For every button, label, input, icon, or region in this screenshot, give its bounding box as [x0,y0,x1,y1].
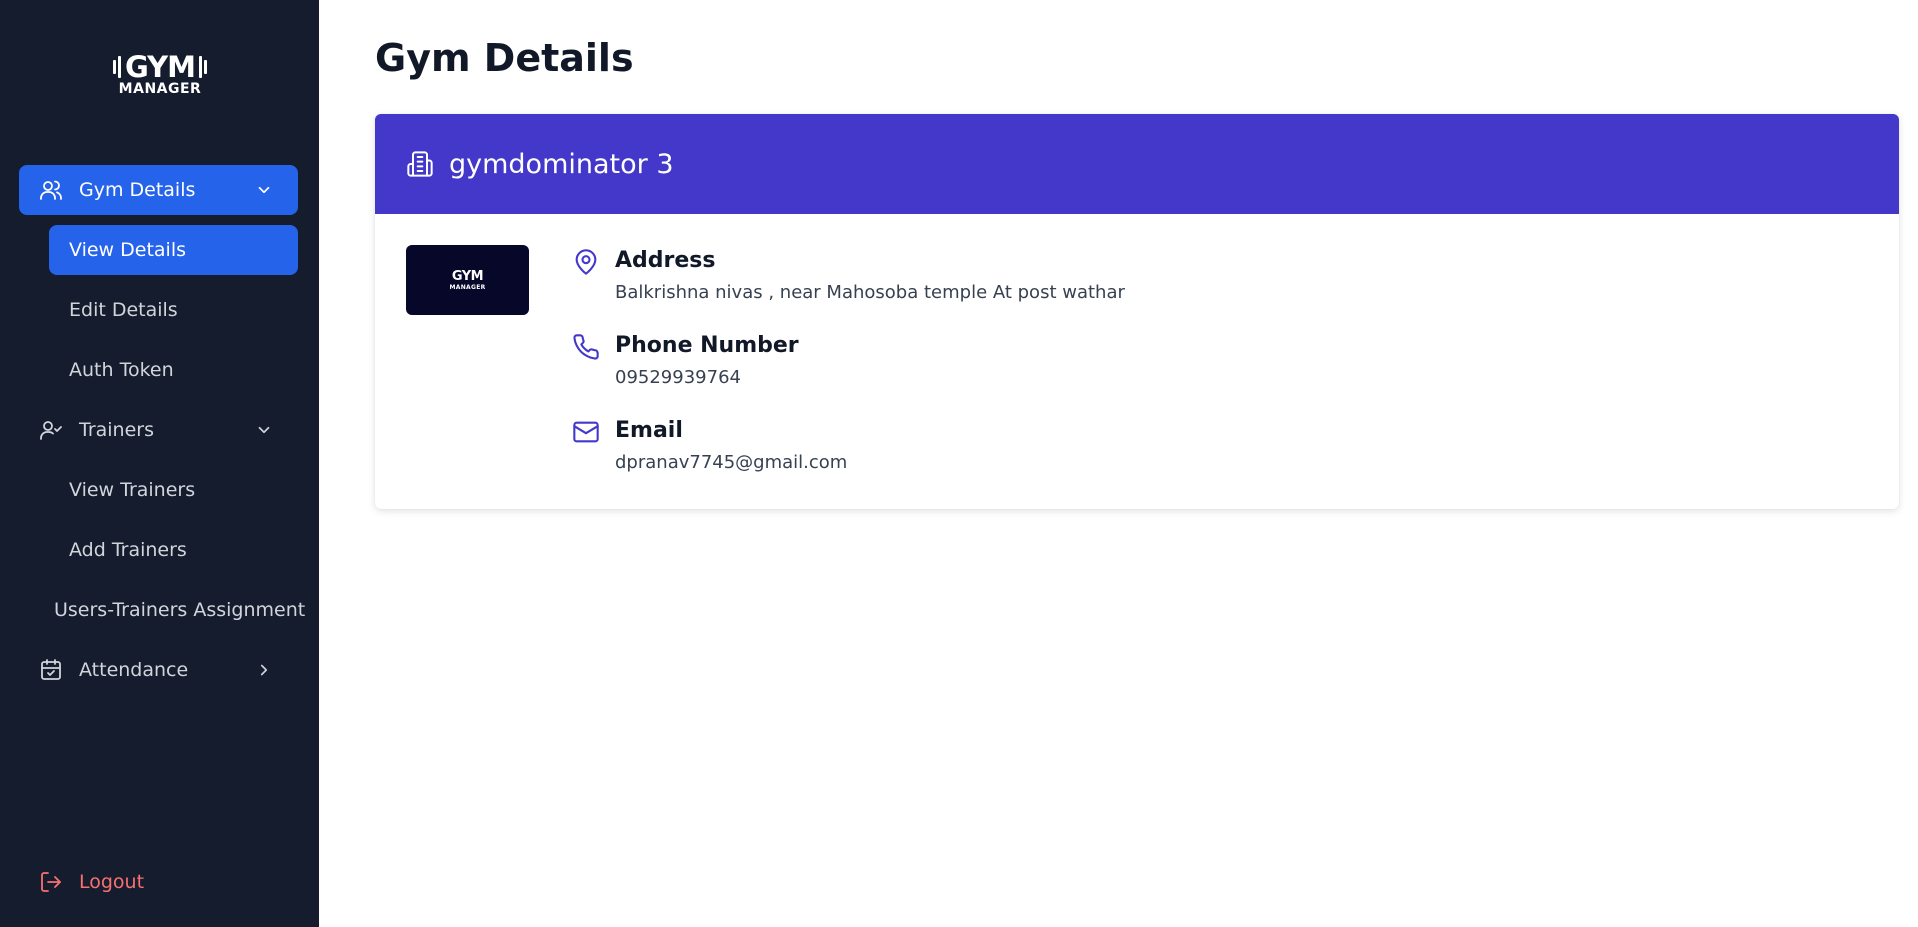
sidebar-item-label: Users-Trainers Assignment [54,599,306,621]
mail-icon [571,418,601,448]
calendar-check-icon [39,658,63,682]
gym-details-card: gymdominator 3 GYM MANAGER Address Balkr… [375,114,1899,509]
phone-label: Phone Number [615,333,799,358]
sidebar-item-attendance[interactable]: Attendance [19,645,298,695]
address-row: Address Balkrishna nivas , near Mahosoba… [571,248,1125,306]
gym-logo-image: GYM MANAGER [406,245,529,315]
sidebar-item-view-details[interactable]: View Details [49,225,298,275]
address-value: Balkrishna nivas , near Mahosoba temple … [615,282,1125,303]
sidebar-item-edit-details[interactable]: Edit Details [49,285,298,335]
chevron-down-icon [252,178,276,202]
phone-row: Phone Number 09529939764 [571,333,799,391]
user-check-icon [39,418,63,442]
sidebar-item-label: Attendance [79,659,189,681]
sidebar-item-label: Gym Details [79,179,196,201]
sidebar-item-label: Edit Details [69,299,178,321]
sidebar-item-view-trainers[interactable]: View Trainers [49,465,298,515]
card-header: gymdominator 3 [375,114,1899,214]
gym-manager-logo[interactable]: GYM MANAGER [100,52,220,100]
users-icon [39,178,63,202]
sidebar-item-label: View Details [69,239,186,261]
address-label: Address [615,248,716,273]
gym-name: gymdominator 3 [449,148,674,180]
logout-label: Logout [79,871,145,893]
sidebar-item-gym-details[interactable]: Gym Details [19,165,298,215]
sidebar-item-label: Add Trainers [69,539,187,561]
phone-icon [571,333,601,363]
sidebar-item-label: Auth Token [69,359,174,381]
logo-subtitle: MANAGER [118,81,202,97]
sidebar-item-trainers[interactable]: Trainers [19,405,298,455]
logo-word: GYM [124,50,196,84]
logout-button[interactable]: Logout [39,857,144,907]
sidebar-item-label: View Trainers [69,479,196,501]
log-out-icon [39,870,63,894]
map-pin-icon [571,248,601,278]
email-label: Email [615,418,683,443]
sidebar-item-auth-token[interactable]: Auth Token [49,345,298,395]
chevron-down-icon [252,418,276,442]
email-row: Email dpranav7745@gmail.com [571,418,847,476]
sidebar-item-users-trainers-assignment[interactable]: Users-Trainers Assignment [54,585,305,635]
sidebar: GYM MANAGER Gym Details View Details Edi… [0,0,319,927]
page-title: Gym Details [375,36,634,80]
thumb-subtitle: MANAGER [449,283,486,291]
chevron-right-icon [252,658,276,682]
sidebar-item-add-trainers[interactable]: Add Trainers [49,525,298,575]
building-icon [405,149,435,179]
sidebar-item-label: Trainers [79,419,154,441]
thumb-word: GYM [451,268,484,284]
email-value: dpranav7745@gmail.com [615,452,848,473]
phone-value: 09529939764 [615,367,741,388]
